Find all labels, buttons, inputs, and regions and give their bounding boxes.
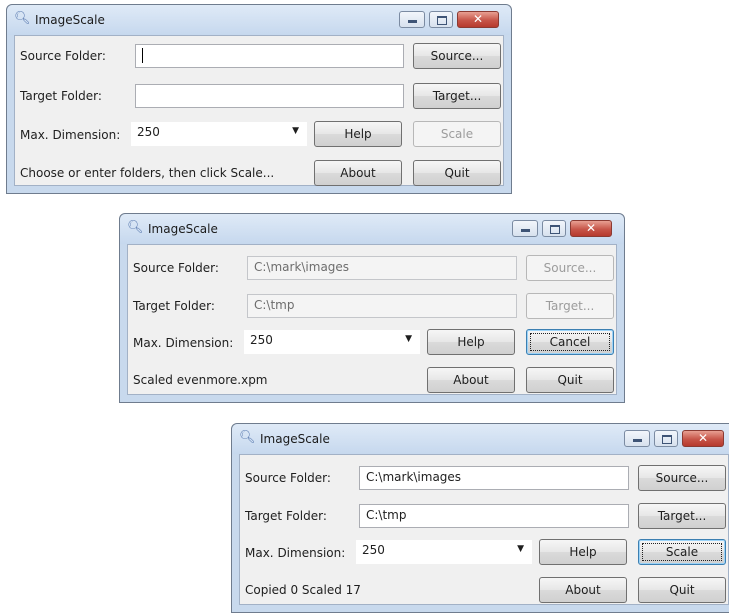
source-folder-input[interactable]: C:\mark\images: [247, 256, 517, 280]
close-button[interactable]: ✕: [682, 430, 724, 447]
imagescale-window-running: 🔍︎ ImageScale ✕ Source Folder: C:\mark\i…: [119, 213, 625, 403]
target-folder-input[interactable]: C:\tmp: [359, 504, 629, 528]
imagescale-window-finished: 🔍︎ ImageScale ✕ Source Folder: C:\mark\i…: [231, 423, 729, 613]
source-folder-label: Source Folder:: [133, 261, 219, 275]
source-folder-label: Source Folder:: [20, 49, 106, 63]
maximize-button[interactable]: [654, 430, 678, 447]
window-client-area: Source Folder: C:\mark\images Source... …: [127, 244, 617, 395]
maximize-icon: [550, 225, 560, 234]
about-button[interactable]: About: [539, 577, 627, 603]
about-button[interactable]: About: [427, 367, 515, 393]
minimize-icon: [521, 229, 530, 232]
magnifier-icon: 🔍︎: [14, 11, 31, 26]
close-icon: ✕: [697, 431, 709, 445]
max-dimension-value: 250: [137, 125, 160, 139]
about-button[interactable]: About: [314, 160, 402, 186]
quit-button[interactable]: Quit: [526, 367, 614, 393]
window-titlebar[interactable]: 🔍︎ ImageScale ✕: [7, 5, 511, 35]
target-folder-input[interactable]: [135, 84, 404, 108]
close-button[interactable]: ✕: [457, 11, 499, 28]
source-folder-input[interactable]: C:\mark\images: [359, 466, 629, 490]
minimize-button[interactable]: [624, 430, 650, 447]
status-text: Scaled evenmore.xpm: [133, 373, 268, 387]
minimize-icon: [408, 20, 417, 23]
status-text: Choose or enter folders, then click Scal…: [20, 166, 275, 180]
max-dimension-value: 250: [362, 543, 385, 557]
max-dimension-combo[interactable]: 250 ▼: [356, 540, 532, 564]
minimize-button[interactable]: [512, 220, 538, 237]
minimize-button[interactable]: [399, 11, 425, 28]
window-title: ImageScale: [35, 13, 105, 27]
help-button[interactable]: Help: [539, 539, 627, 565]
window-title: ImageScale: [148, 222, 218, 236]
target-folder-label: Target Folder:: [20, 89, 102, 103]
max-dimension-label: Max. Dimension:: [20, 128, 121, 142]
scale-button[interactable]: Scale: [638, 539, 726, 565]
source-folder-input[interactable]: [135, 44, 404, 68]
target-button[interactable]: Target...: [413, 83, 501, 109]
help-button[interactable]: Help: [314, 121, 402, 147]
target-button[interactable]: Target...: [638, 503, 726, 529]
target-button[interactable]: Target...: [526, 293, 614, 319]
target-folder-label: Target Folder:: [245, 509, 327, 523]
scale-button[interactable]: Scale: [413, 121, 501, 147]
max-dimension-combo[interactable]: 250 ▼: [131, 122, 307, 146]
window-title: ImageScale: [260, 432, 330, 446]
quit-button[interactable]: Quit: [638, 577, 726, 603]
source-button[interactable]: Source...: [526, 255, 614, 281]
chevron-down-icon[interactable]: ▼: [517, 544, 524, 554]
magnifier-icon: 🔍︎: [127, 220, 144, 235]
magnifier-icon: 🔍︎: [239, 430, 256, 445]
maximize-button[interactable]: [542, 220, 566, 237]
minimize-icon: [633, 439, 642, 442]
imagescale-window-idle: 🔍︎ ImageScale ✕ Source Folder: Source...…: [6, 4, 512, 194]
max-dimension-label: Max. Dimension:: [133, 336, 234, 350]
maximize-button[interactable]: [429, 11, 453, 28]
source-button[interactable]: Source...: [413, 43, 501, 69]
quit-button[interactable]: Quit: [413, 160, 501, 186]
text-cursor: [142, 48, 143, 63]
maximize-icon: [662, 435, 672, 444]
window-titlebar[interactable]: 🔍︎ ImageScale ✕: [120, 214, 624, 244]
target-folder-label: Target Folder:: [133, 299, 215, 313]
status-text: Copied 0 Scaled 17: [245, 583, 361, 597]
window-client-area: Source Folder: Source... Target Folder: …: [14, 35, 504, 186]
cancel-button[interactable]: Cancel: [526, 329, 614, 355]
close-button[interactable]: ✕: [570, 220, 612, 237]
window-client-area: Source Folder: C:\mark\images Source... …: [239, 454, 729, 605]
source-folder-label: Source Folder:: [245, 471, 331, 485]
close-icon: ✕: [585, 221, 597, 235]
chevron-down-icon[interactable]: ▼: [405, 334, 412, 344]
maximize-icon: [437, 16, 447, 25]
target-folder-input[interactable]: C:\tmp: [247, 294, 517, 318]
max-dimension-combo[interactable]: 250 ▼: [244, 330, 420, 354]
help-button[interactable]: Help: [427, 329, 515, 355]
window-titlebar[interactable]: 🔍︎ ImageScale ✕: [232, 424, 729, 454]
max-dimension-label: Max. Dimension:: [245, 546, 346, 560]
source-button[interactable]: Source...: [638, 465, 726, 491]
max-dimension-value: 250: [250, 333, 273, 347]
chevron-down-icon[interactable]: ▼: [292, 126, 299, 136]
close-icon: ✕: [472, 12, 484, 26]
